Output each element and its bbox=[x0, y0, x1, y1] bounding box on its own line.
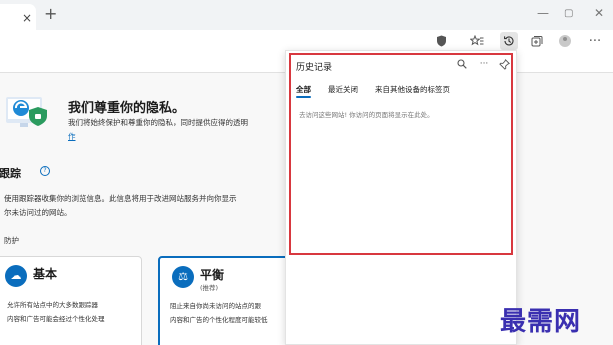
tab-all[interactable]: 全部 bbox=[296, 84, 311, 98]
tab-other-devices[interactable]: 来自其他设备的标签页 bbox=[375, 84, 450, 95]
more-icon[interactable]: ··· bbox=[586, 32, 604, 50]
privacy-illustration bbox=[6, 97, 47, 127]
card-description-line: 内容和广告的个性化程度可能较低 bbox=[170, 316, 268, 324]
tracking-heading: 跟踪 bbox=[0, 167, 21, 180]
tab-strip: × + — ▢ ✕ bbox=[0, 0, 613, 30]
tracking-level-balanced-card[interactable]: ⚖ 平衡 (推荐) 阻止来自你尚未访问的站点的跟 内容和广告的个性化程度可能较低 bbox=[158, 256, 290, 345]
restore-button[interactable]: ▢ bbox=[564, 7, 573, 21]
browser-toolbar: ··· bbox=[0, 30, 613, 52]
more-options-icon[interactable]: ··· bbox=[476, 57, 492, 71]
recommended-label: (推荐) bbox=[200, 284, 219, 292]
watermark: 最需网 bbox=[500, 307, 582, 337]
history-flyout: 历史记录 ··· 全部 最近关闭 来自其他设备的标签页 去访问这些网站! 你访问… bbox=[285, 50, 517, 345]
privacy-heading: 我们尊重你的隐私。 bbox=[68, 101, 186, 116]
avatar bbox=[559, 35, 571, 47]
browser-tab[interactable]: × bbox=[0, 4, 36, 30]
protection-label: 防护 bbox=[4, 236, 19, 245]
tab-recently-closed[interactable]: 最近关闭 bbox=[328, 84, 358, 95]
pin-icon[interactable] bbox=[496, 57, 512, 71]
card-description-line: 内容和广告可能会经过个性化处理 bbox=[7, 315, 105, 323]
card-description-line: 阻止来自你尚未访问的站点的跟 bbox=[170, 302, 261, 310]
tracking-level-basic-card[interactable]: ☁ 基本 允许所有站点中的大多数跟踪器 内容和广告可能会经过个性化处理 bbox=[0, 256, 142, 345]
card-description-line: 允许所有站点中的大多数跟踪器 bbox=[7, 301, 98, 309]
search-icon[interactable] bbox=[454, 57, 470, 71]
shield-icon[interactable] bbox=[432, 32, 450, 50]
basic-level-icon: ☁ bbox=[5, 265, 27, 287]
history-icon[interactable] bbox=[500, 32, 518, 50]
card-title: 平衡 bbox=[200, 268, 225, 282]
info-icon[interactable]: ? bbox=[40, 166, 50, 176]
collections-icon[interactable] bbox=[528, 32, 546, 50]
tracking-description-line1: 使用跟踪器收集你的浏览信息。此信息将用于改进网站服务并向你显示 bbox=[4, 194, 237, 203]
favorites-icon[interactable] bbox=[468, 32, 486, 50]
privacy-learn-more-link[interactable]: 作 bbox=[68, 131, 76, 142]
history-title: 历史记录 bbox=[296, 63, 333, 73]
tab-close-icon[interactable]: × bbox=[22, 12, 32, 24]
privacy-description: 我们将始终保护和尊重你的隐私，同时提供应得的透明 bbox=[68, 118, 248, 127]
tracking-prevention-section: 我们尊重你的隐私。 我们将始终保护和尊重你的隐私，同时提供应得的透明 作 跟踪 … bbox=[0, 73, 290, 345]
new-tab-button[interactable]: + bbox=[44, 6, 57, 22]
tracking-description-line2: 尔未访问过的网站。 bbox=[4, 208, 72, 217]
card-title: 基本 bbox=[33, 267, 58, 281]
profile-icon[interactable] bbox=[556, 32, 574, 50]
history-empty-message: 去访问这些网站! 你访问的页面将显示在此处。 bbox=[299, 111, 434, 119]
balance-scale-icon: ⚖ bbox=[172, 266, 194, 288]
window-close-button[interactable]: ✕ bbox=[594, 6, 604, 20]
minimize-button[interactable]: — bbox=[537, 6, 549, 20]
